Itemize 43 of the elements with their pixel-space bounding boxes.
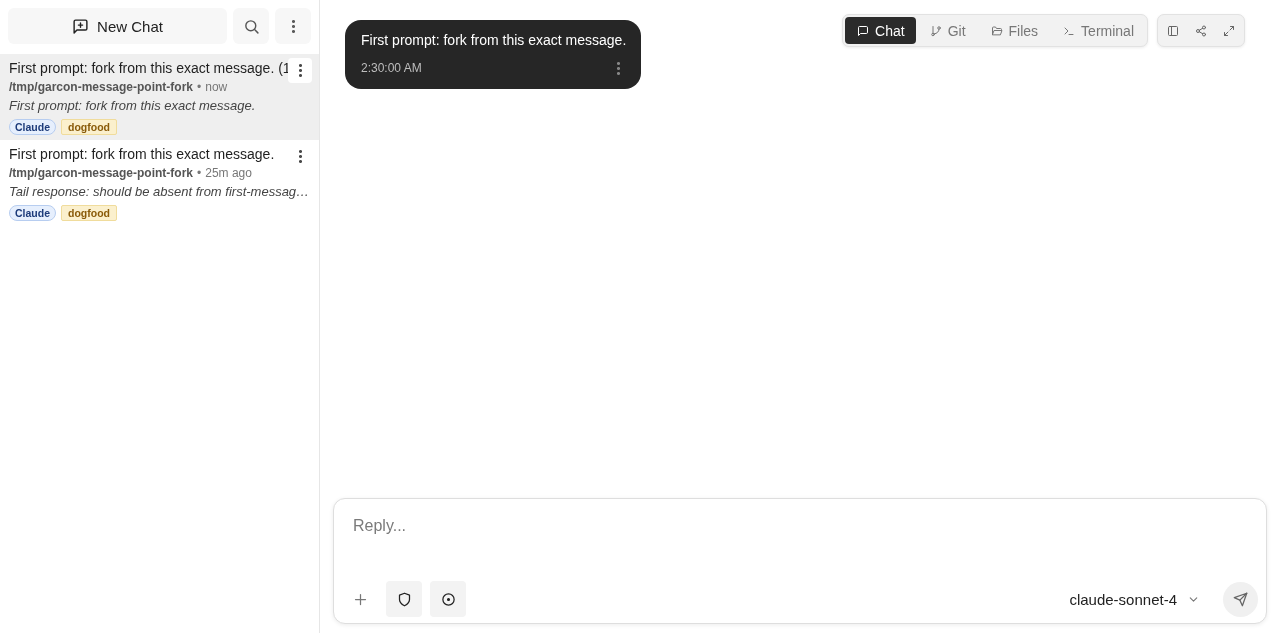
message-text: First prompt: fork from this exact message. [361, 31, 626, 49]
message-time: 2:30:00 AM [361, 60, 422, 76]
session-title: First prompt: fork from this exact message. (1 [9, 59, 286, 78]
chat-session-item[interactable]: First prompt: fork from this exact message. (1 /tmp/garcon-message-point-fork • now First prompt: fork from this exact message. Claude dogfood [0, 54, 319, 140]
plus-icon [352, 591, 368, 607]
search-button[interactable] [233, 8, 269, 44]
more-options-button[interactable] [275, 8, 311, 44]
label-tag: dogfood [61, 119, 117, 135]
agent-tag: Claude [9, 205, 56, 221]
separator-dot: • [197, 79, 202, 96]
shield-icon [396, 591, 412, 607]
agent-tag: Claude [9, 119, 56, 135]
session-preview: First prompt: fork from this exact message. [9, 97, 257, 115]
separator-dot: • [197, 165, 202, 182]
chat-bubble-icon [857, 24, 870, 37]
more-vertical-icon [291, 19, 295, 33]
sidebar-panel-icon [1167, 24, 1179, 37]
new-chat-button[interactable]: New Chat [8, 8, 227, 44]
send-button[interactable] [1223, 581, 1258, 617]
more-vertical-icon [298, 150, 302, 163]
branch-icon [929, 24, 942, 37]
share-icon [1195, 24, 1207, 37]
session-path: /tmp/garcon-message-point-fork [9, 79, 194, 96]
chat-plus-icon [72, 17, 90, 35]
session-preview: Tail response: should be absent from first-messag… [9, 183, 311, 201]
more-vertical-icon [298, 64, 302, 77]
session-title: First prompt: fork from this exact message. [9, 145, 276, 164]
circle-dot-icon [440, 591, 456, 607]
send-icon [1233, 591, 1248, 607]
mode-button[interactable] [430, 581, 466, 617]
search-icon [242, 17, 260, 35]
session-path: /tmp/garcon-message-point-fork [9, 165, 194, 182]
folder-icon [990, 24, 1003, 37]
composer-card[interactable]: Reply... claude-sonnet-4 [333, 498, 1267, 624]
permissions-button[interactable] [386, 581, 422, 617]
view-tab[interactable]: Chat [845, 17, 916, 44]
session-time: now [205, 79, 228, 96]
label-tag: dogfood [61, 205, 117, 221]
session-menu-button[interactable] [288, 58, 312, 83]
reply-field[interactable]: Reply... [334, 499, 1266, 577]
more-vertical-icon [616, 61, 620, 75]
session-time: 25m ago [205, 165, 252, 182]
expand-icon [1223, 24, 1235, 37]
